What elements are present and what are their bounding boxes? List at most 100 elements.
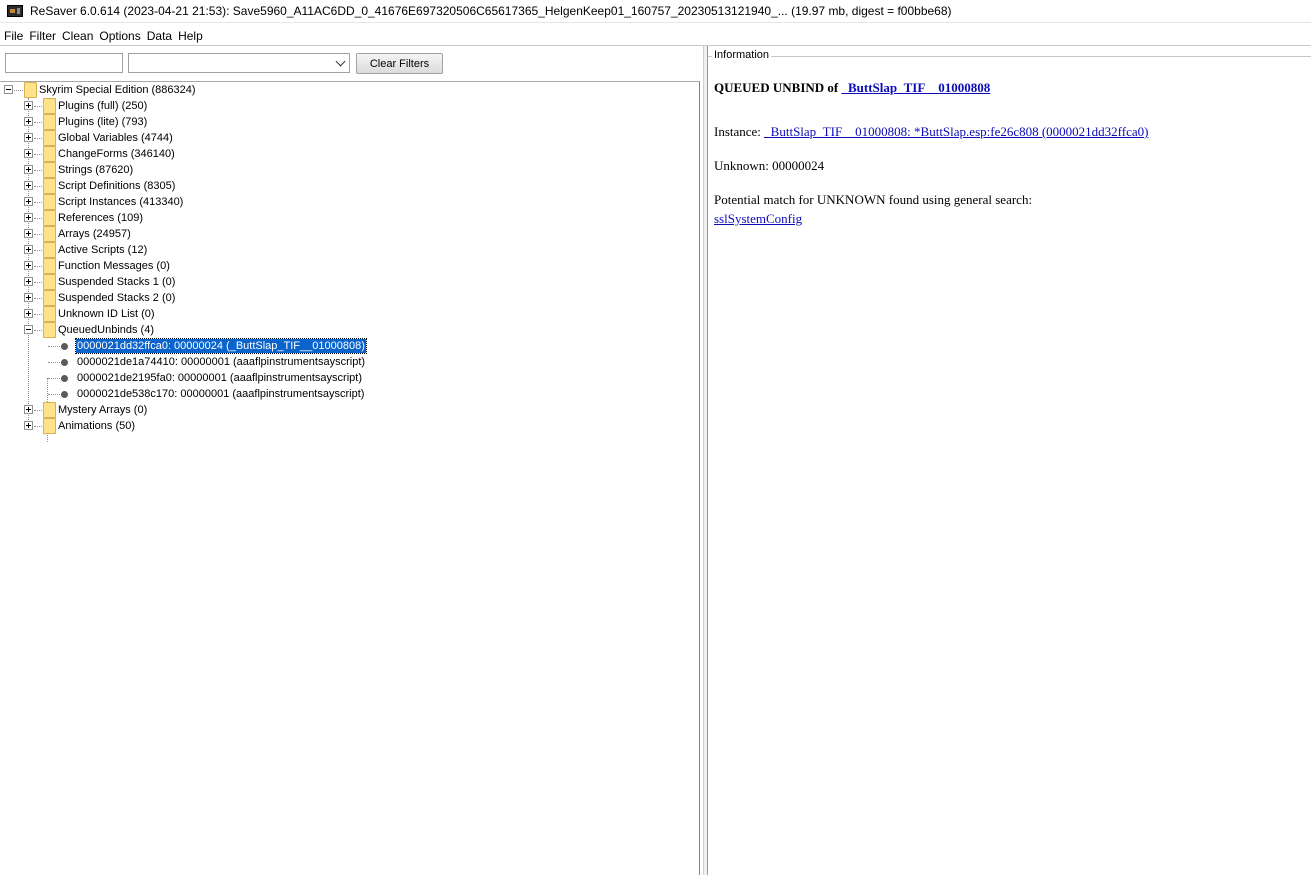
tree-node-queued-unbinds[interactable]: QueuedUnbinds (4) [0,322,700,338]
queued-unbind-item[interactable]: 0000021de2195fa0: 00000001 (aaaflpinstru… [0,370,700,386]
tree-node-plugins-full[interactable]: Plugins (full) (250) [0,98,700,114]
queued-unbind-item[interactable]: 0000021de1a74410: 00000001 (aaaflpinstru… [0,354,700,370]
info-heading: QUEUED UNBIND of _ButtSlap_TIF__01000808 [714,80,990,96]
app-icon [7,5,23,17]
info-heading-prefix: QUEUED UNBIND of [714,80,842,95]
menu-clean[interactable]: Clean [59,29,96,43]
folder-icon [43,210,56,226]
tree-node-references[interactable]: References (109) [0,210,700,226]
folder-icon [43,274,56,290]
expand-icon[interactable] [24,197,33,206]
info-unknown-line: Unknown: 00000024 [714,158,825,173]
information-content: QUEUED UNBIND of _ButtSlap_TIF__01000808… [714,65,1311,875]
leaf-bullet-icon [61,391,68,398]
tree-node-plugins-lite[interactable]: Plugins (lite) (793) [0,114,700,130]
menu-data[interactable]: Data [144,29,175,43]
folder-icon [43,226,56,242]
collapse-icon[interactable] [24,325,33,334]
tree-node-script-definitions[interactable]: Script Definitions (8305) [0,178,700,194]
information-legend: Information [712,49,772,61]
queued-unbind-label: 0000021de538c170: 00000001 (aaaflpinstru… [77,388,365,400]
chevron-down-icon[interactable] [335,56,346,67]
tree-node-suspended-stacks-2[interactable]: Suspended Stacks 2 (0) [0,290,700,306]
title-bar: ReSaver 6.0.614 (2023-04-21 21:53): Save… [0,0,1311,23]
queued-unbind-label: 0000021dd32ffca0: 00000024 (_ButtSlap_TI… [75,338,367,354]
folder-icon [43,178,56,194]
folder-icon [43,194,56,210]
expand-icon[interactable] [24,277,33,286]
expand-icon[interactable] [24,133,33,142]
menu-filter[interactable]: Filter [26,29,59,43]
expand-icon[interactable] [24,261,33,270]
save-tree[interactable]: Skyrim Special Edition (886324) Plugins … [0,81,700,875]
tree-node-global-variables[interactable]: Global Variables (4744) [0,130,700,146]
folder-icon [43,258,56,274]
leaf-bullet-icon [61,359,68,366]
expand-icon[interactable] [24,421,33,430]
folder-icon [43,418,56,434]
tree-node-label: Script Definitions (8305) [58,180,176,192]
window-title: ReSaver 6.0.614 (2023-04-21 21:53): Save… [30,4,952,18]
tree-node-unknown-id-list[interactable]: Unknown ID List (0) [0,306,700,322]
tree-node-label: ChangeForms (346140) [58,148,175,160]
tree-node-animations[interactable]: Animations (50) [0,418,700,434]
tree-node-strings[interactable]: Strings (87620) [0,162,700,178]
heading-link[interactable]: _ButtSlap_TIF__01000808 [841,80,990,95]
menu-bar: File Filter Clean Options Data Help [0,27,1311,45]
expand-icon[interactable] [24,229,33,238]
expand-icon[interactable] [24,117,33,126]
menu-file[interactable]: File [1,29,26,43]
expand-icon[interactable] [24,149,33,158]
information-panel: Information QUEUED UNBIND of _ButtSlap_T… [708,46,1311,875]
leaf-bullet-icon [61,343,68,350]
tree-node-label: References (109) [58,212,143,224]
potential-match-link[interactable]: sslSystemConfig [714,211,802,226]
folder-icon [43,290,56,306]
expand-icon[interactable] [24,213,33,222]
tree-node-label: Arrays (24957) [58,228,131,240]
tree-node-label: QueuedUnbinds (4) [58,324,155,336]
tree-node-script-instances[interactable]: Script Instances (413340) [0,194,700,210]
tree-node-mystery-arrays[interactable]: Mystery Arrays (0) [0,402,700,418]
info-potential-line: Potential match for UNKNOWN found using … [714,192,1033,207]
tree-node-label: Global Variables (4744) [58,132,173,144]
tree-root[interactable]: Skyrim Special Edition (886324) [0,82,700,98]
tree-node-changeforms[interactable]: ChangeForms (346140) [0,146,700,162]
expand-icon[interactable] [24,181,33,190]
folder-icon [43,130,56,146]
instance-link[interactable]: _ButtSlap_TIF__01000808: *ButtSlap.esp:f… [764,124,1148,139]
folder-icon [43,162,56,178]
tree-node-suspended-stacks-1[interactable]: Suspended Stacks 1 (0) [0,274,700,290]
expand-icon[interactable] [24,293,33,302]
menu-options[interactable]: Options [96,29,143,43]
menu-help[interactable]: Help [175,29,206,43]
tree-node-label: Unknown ID List (0) [58,308,155,320]
expand-icon[interactable] [24,309,33,318]
expand-icon[interactable] [24,245,33,254]
instance-prefix: Instance: [714,124,765,139]
clear-filters-button[interactable]: Clear Filters [356,53,443,74]
folder-icon [43,402,56,418]
filter-text-input[interactable] [5,53,123,73]
tree-node-label: Animations (50) [58,420,136,432]
tree-node-label: Suspended Stacks 2 (0) [58,292,176,304]
folder-icon [43,242,56,258]
expand-icon[interactable] [24,405,33,414]
folder-icon [43,146,56,162]
queued-unbind-item[interactable]: 0000021de538c170: 00000001 (aaaflpinstru… [0,386,700,402]
tree-node-label: Suspended Stacks 1 (0) [58,276,176,288]
tree-root-label: Skyrim Special Edition (886324) [39,84,196,96]
tree-node-function-messages[interactable]: Function Messages (0) [0,258,700,274]
info-instance-line: Instance: _ButtSlap_TIF__01000808: *Butt… [714,124,1148,140]
tree-node-arrays[interactable]: Arrays (24957) [0,226,700,242]
tree-node-active-scripts[interactable]: Active Scripts (12) [0,242,700,258]
tree-node-label: Mystery Arrays (0) [58,404,148,416]
tree-node-label: Script Instances (413340) [58,196,184,208]
tree-node-label: Strings (87620) [58,164,134,176]
expand-icon[interactable] [24,165,33,174]
queued-unbind-item[interactable]: 0000021dd32ffca0: 00000024 (_ButtSlap_TI… [0,338,700,354]
folder-icon [43,98,56,114]
expand-icon[interactable] [24,101,33,110]
collapse-icon[interactable] [4,85,13,94]
filter-dropdown[interactable] [128,53,350,73]
